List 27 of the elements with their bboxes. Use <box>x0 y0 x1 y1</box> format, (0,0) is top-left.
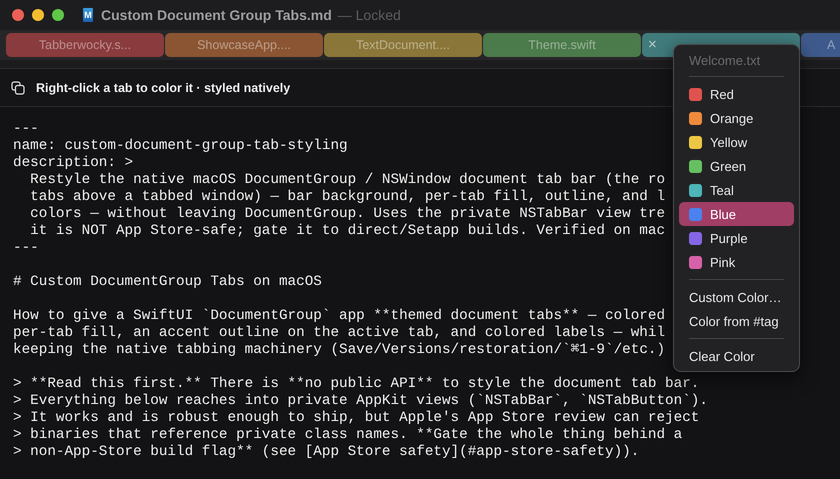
code-line: --- <box>13 240 39 257</box>
code-line: > It works and is robust enough to ship, but Apple's App Store review can reject <box>13 410 700 427</box>
code-line: > **Read this first.** There is **no public API** to style the document tab bar. <box>13 376 700 393</box>
document-icon: M <box>83 8 93 22</box>
window-status: — Locked <box>338 7 401 23</box>
code-line: Restyle the native macOS DocumentGroup / NSWindow document tab bar (the ro <box>29 172 666 189</box>
code-line: > non-App-Store build flag** (see [App Store safety](#app-store-safety)). <box>13 444 640 461</box>
hint-text: Right-click a tab to color it · styled natively <box>36 80 290 94</box>
code-line: # Custom DocumentGroup Tabs on macOS <box>13 274 322 291</box>
code-line: name: custom-document-group-tab-styling <box>13 138 348 155</box>
code-line: keeping the native tabbing machinery (Save/Versions/restoration/`⌘1-9`/etc.) <box>13 342 666 359</box>
code-line: per-tab fill, an accent outline on the active tab, and colored labels — whil <box>13 325 666 342</box>
code-line: tabs above a tabbed window) — bar background, per-tab fill, outline, and l <box>29 189 666 206</box>
tab-label: A <box>827 38 836 52</box>
tab-label: Theme.swift <box>528 38 596 52</box>
tab-label: Tabberwocky.s... <box>38 38 132 52</box>
menu-header: Welcome.txt <box>688 52 762 70</box>
code-line: How to give a SwiftUI `DocumentGroup` app **themed document tabs** — colored <box>13 308 666 325</box>
code-line: colors — without leaving DocumentGroup. Uses the private NSTabBar view tre <box>29 206 666 223</box>
code-line: it is NOT App Store-safe; gate it to direct/Setapp builds. Verified on mac <box>29 223 666 240</box>
code-line: --- <box>13 121 39 138</box>
window-title: Custom Document Group Tabs.md <box>101 7 332 23</box>
tab-label: ShowcaseApp.... <box>197 38 291 52</box>
code-line: description: > <box>13 155 134 172</box>
code-line: > Everything below reaches into private AppKit views (`NSTabBar`, `NSTabButton`). <box>13 393 708 410</box>
tab-label: TextDocument.... <box>356 38 450 52</box>
code-line: > binaries that reference private class names. **Gate the whole thing behind a <box>13 427 682 444</box>
